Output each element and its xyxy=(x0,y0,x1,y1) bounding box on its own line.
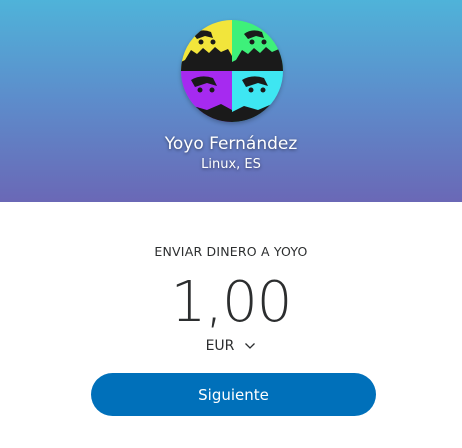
send-money-page: Yoyo Fernández Linux, ES ENVIAR DINERO A… xyxy=(0,0,462,448)
recipient-avatar xyxy=(181,20,283,122)
recipient-name: Yoyo Fernández xyxy=(164,134,298,154)
recipient-header: Yoyo Fernández Linux, ES xyxy=(0,0,462,202)
next-button[interactable]: Siguiente xyxy=(91,373,376,416)
chevron-down-icon xyxy=(244,340,256,352)
send-money-label: ENVIAR DINERO A YOYO xyxy=(154,244,308,259)
recipient-location: Linux, ES xyxy=(201,157,261,172)
currency-code: EUR xyxy=(205,338,235,354)
amount-input[interactable]: 1,00 xyxy=(0,268,462,338)
currency-selector[interactable]: EUR xyxy=(0,338,462,354)
avatar-image xyxy=(181,20,283,122)
